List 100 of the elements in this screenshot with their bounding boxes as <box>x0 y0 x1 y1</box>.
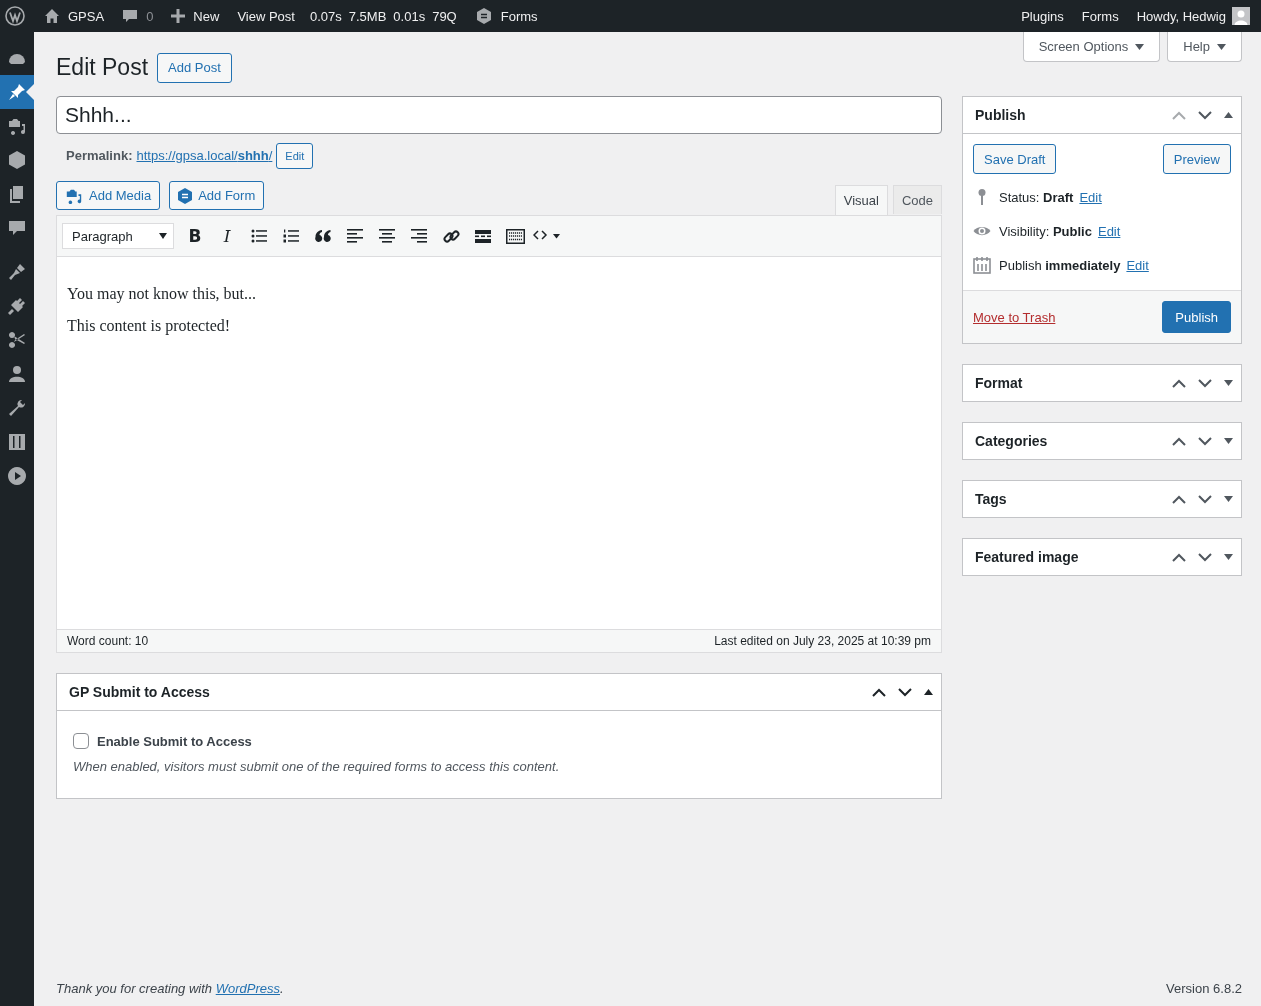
move-down-icon[interactable] <box>1198 110 1212 120</box>
edit-link[interactable]: Edit <box>1126 257 1149 273</box>
permalink-label: Permalink: <box>66 148 133 163</box>
toggle-panel-icon[interactable] <box>1224 112 1233 118</box>
media-icon <box>7 116 27 136</box>
quote-icon <box>315 230 331 242</box>
move-up-icon[interactable] <box>1172 378 1186 388</box>
sliders-icon <box>7 432 27 452</box>
speech-bubble-icon <box>7 218 27 238</box>
publish-setting: Visibility: Public <box>999 223 1092 239</box>
account-menu[interactable]: Howdy, Hedwig <box>1127 7 1250 25</box>
content-paragraph: This content is protected! <box>67 317 232 335</box>
sidebar-menu-item[interactable] <box>0 75 34 109</box>
panel-title: Tags <box>975 491 1007 507</box>
debug-stat[interactable]: 79Q <box>432 8 457 24</box>
plug-icon <box>7 296 27 316</box>
avatar-icon <box>1232 7 1250 25</box>
format-select[interactable]: Paragraph <box>62 223 174 249</box>
caret-icon <box>159 233 167 239</box>
debug-stat[interactable]: 7.5MB <box>348 8 387 24</box>
content-paragraph: You may not know this, but... <box>67 285 258 303</box>
align-right-icon <box>411 229 427 243</box>
screen-meta-tab[interactable]: Screen Options <box>1022 32 1161 62</box>
site-link[interactable]: GPSA <box>35 8 114 24</box>
add-post-button[interactable]: Add Post <box>157 52 232 83</box>
editor-tab[interactable]: Code <box>892 185 942 214</box>
wordpress-link[interactable]: WordPress <box>215 981 280 996</box>
house-icon <box>44 8 60 24</box>
footer-thanks: Thank you for creating with WordPress. <box>56 981 284 996</box>
publish-button[interactable]: Publish <box>1162 301 1231 333</box>
edit-permalink-button[interactable]: Edit <box>276 142 314 169</box>
move-down-icon[interactable] <box>1198 378 1212 388</box>
move-down-icon[interactable] <box>898 687 912 697</box>
numbered-list-icon <box>283 229 299 243</box>
post-title-field[interactable]: Shhh... <box>56 96 942 134</box>
panel-title: Publish <box>975 107 1026 123</box>
align-center-icon <box>379 229 395 243</box>
editor-content[interactable]: You may not know this, but... This content is protected! <box>57 257 941 629</box>
toggle-panel-icon[interactable] <box>1224 380 1233 386</box>
edit-link[interactable]: Edit <box>1079 189 1102 205</box>
add-form-button[interactable]: Add Form <box>169 181 265 210</box>
bold-button[interactable]: B <box>179 221 211 251</box>
play-icon <box>7 466 27 486</box>
read-more-icon <box>475 229 491 243</box>
view-post-link[interactable]: View Post <box>228 8 304 24</box>
edit-link[interactable]: Edit <box>1097 223 1121 239</box>
speech-bubble-icon <box>122 8 139 24</box>
new-link[interactable]: New <box>162 8 229 24</box>
checkbox-label: Enable Submit to Access <box>97 733 252 749</box>
panel-title: Format <box>975 375 1023 391</box>
preview-button[interactable]: Preview <box>1162 144 1231 174</box>
current-menu-notch-icon <box>26 84 34 100</box>
forms-link[interactable]: Forms <box>465 7 547 25</box>
scissors-icon <box>7 330 27 350</box>
debug-stat[interactable]: 0.07s <box>309 8 342 24</box>
caret-icon <box>1135 43 1145 50</box>
panel-title: Categories <box>975 433 1048 449</box>
move-down-icon[interactable] <box>1198 436 1212 446</box>
caret-icon <box>1217 43 1226 50</box>
move-to-trash-link[interactable]: Move to Trash <box>973 309 1056 325</box>
editor-tab[interactable]: Visual <box>834 185 888 215</box>
comments-link[interactable]: 0 <box>113 8 163 24</box>
align-left-icon <box>347 229 363 243</box>
publish-setting: Status: Draft <box>999 189 1074 205</box>
panel-title: Featured image <box>975 549 1079 565</box>
move-down-icon[interactable] <box>1198 552 1212 562</box>
wordpress-logo-icon[interactable] <box>5 6 25 26</box>
move-down-icon[interactable] <box>1198 494 1212 504</box>
move-up-icon[interactable] <box>1172 494 1186 504</box>
user-icon <box>7 364 27 384</box>
toggle-panel-icon[interactable] <box>1224 438 1233 444</box>
version-text: Version 6.8.2 <box>1166 981 1242 996</box>
toggle-panel-icon[interactable] <box>1224 496 1233 502</box>
add-media-button[interactable]: Add Media <box>56 181 161 210</box>
plus-icon <box>171 9 186 23</box>
permalink-link[interactable]: https://gpsa.local/shhh/ <box>136 148 273 163</box>
move-up-icon[interactable] <box>872 687 886 697</box>
pin-icon <box>7 82 27 102</box>
enable-checkbox[interactable] <box>73 733 89 749</box>
debug-stat[interactable]: 0.01s <box>393 8 426 24</box>
move-up-icon[interactable] <box>1172 436 1186 446</box>
link-icon <box>442 227 460 245</box>
hexagon-icon <box>178 187 193 204</box>
admin-bar-link[interactable]: Forms <box>1072 8 1128 24</box>
page-title: Edit Post <box>56 54 149 81</box>
bulleted-list-icon <box>251 229 267 243</box>
screen-meta-tab[interactable]: Help <box>1167 32 1242 62</box>
hexagon-icon <box>474 7 493 25</box>
calendar-icon <box>973 256 991 274</box>
wrench-icon <box>7 398 27 418</box>
code-icon <box>533 230 561 242</box>
save-draft-button[interactable]: Save Draft <box>973 144 1057 174</box>
word-count: Word count: 10 <box>67 634 149 648</box>
keyboard-icon <box>505 228 525 244</box>
move-up-icon[interactable] <box>1172 552 1186 562</box>
toggle-panel-icon[interactable] <box>924 689 933 695</box>
admin-bar-link[interactable]: Plugins <box>1012 8 1073 24</box>
toggle-panel-icon[interactable] <box>1224 554 1233 560</box>
italic-button[interactable]: I <box>211 221 243 251</box>
description-text: When enabled, visitors must submit one of the required forms to access this content. <box>73 759 561 774</box>
